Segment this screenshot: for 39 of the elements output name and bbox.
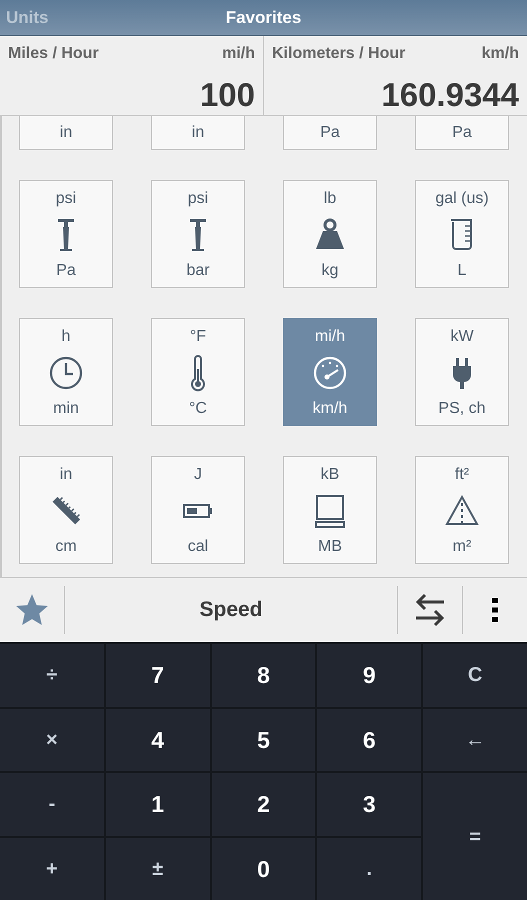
keypad-key[interactable]: 1 xyxy=(106,773,210,836)
keypad-key[interactable]: 6 xyxy=(317,708,422,771)
keypad-key[interactable]: 3 xyxy=(317,773,422,836)
keypad-key[interactable]: ÷ xyxy=(0,644,104,706)
unit-tile[interactable]: in xyxy=(19,116,113,150)
unit-symbol: km/h xyxy=(482,44,519,64)
keypad-key[interactable]: 5 xyxy=(212,708,316,771)
unit-name: Kilometers / Hour xyxy=(272,44,406,64)
keypad-key[interactable]: 9 xyxy=(317,644,422,706)
category-title: Speed xyxy=(198,597,264,624)
unit-tile[interactable]: kB MB xyxy=(283,456,377,564)
keypad-key[interactable]: ± xyxy=(106,838,210,900)
tab[interactable]: Favorites xyxy=(220,0,308,35)
unit-tile[interactable]: Pa xyxy=(415,116,509,150)
unit-tile[interactable]: J cal xyxy=(151,456,245,564)
keypad-key[interactable]: - xyxy=(0,773,104,836)
keypad-key[interactable]: . xyxy=(317,838,422,900)
unit-symbol: mi/h xyxy=(222,44,255,64)
keypad-key[interactable]: ← xyxy=(423,708,527,771)
keypad-key[interactable]: + xyxy=(0,838,104,900)
keypad-key[interactable]: C xyxy=(423,644,527,706)
unit-tile[interactable]: Pa xyxy=(283,116,377,150)
more-icon xyxy=(492,598,498,622)
unit-tile[interactable]: mi/h km/h xyxy=(283,318,377,426)
unit-tile[interactable]: psi bar xyxy=(151,180,245,288)
swap-icon xyxy=(414,592,446,628)
unit-name: Miles / Hour xyxy=(8,44,99,64)
unit-tile[interactable]: in cm xyxy=(19,456,113,564)
keypad-key[interactable]: 7 xyxy=(106,644,210,706)
keypad-key[interactable]: × xyxy=(0,708,104,771)
unit-tile[interactable]: ft² m² xyxy=(415,456,509,564)
unit-tile[interactable]: °F °C xyxy=(151,318,245,426)
keypad-key[interactable]: 2 xyxy=(212,773,316,836)
unit-tile[interactable]: in xyxy=(151,116,245,150)
keypad-key[interactable]: 4 xyxy=(106,708,210,771)
keypad-key[interactable]: 8 xyxy=(212,644,316,706)
keypad-key[interactable]: = xyxy=(423,773,527,900)
unit-tile[interactable]: lb kg xyxy=(283,180,377,288)
keypad-key[interactable]: 0 xyxy=(212,838,316,900)
